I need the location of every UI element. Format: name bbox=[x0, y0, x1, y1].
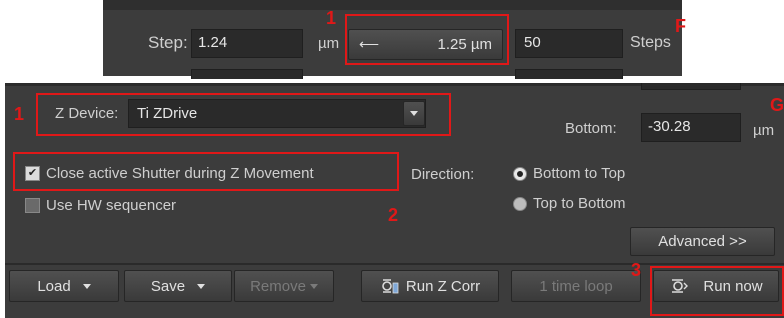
bottom-unit: µm bbox=[753, 122, 775, 139]
annotation-marker-1-z-device: 1 bbox=[14, 104, 25, 124]
chevron-down-icon bbox=[82, 283, 91, 289]
save-button[interactable]: Save bbox=[124, 270, 232, 302]
step-input[interactable]: 1.24 bbox=[191, 29, 303, 58]
remove-button[interactable]: Remove bbox=[234, 270, 334, 302]
run-z-corr-label: Run Z Corr bbox=[405, 277, 481, 295]
load-button[interactable]: Load bbox=[9, 270, 119, 302]
toolbar-separator bbox=[5, 263, 784, 265]
hw-sequencer-checkbox-row[interactable]: Use HW sequencer bbox=[25, 197, 176, 214]
bottom-input[interactable]: -30.28 bbox=[641, 113, 741, 142]
radio-selected-icon[interactable] bbox=[513, 166, 527, 181]
run-z-corr-button[interactable]: Run Z Corr bbox=[361, 270, 499, 302]
direction-option-label: Top to Bottom bbox=[533, 195, 626, 212]
time-loop-button[interactable]: 1 time loop bbox=[511, 270, 641, 302]
bottom-value: -30.28 bbox=[648, 118, 691, 135]
steps-count-value: 50 bbox=[524, 34, 541, 51]
step-strip-topline bbox=[103, 0, 682, 10]
step-input-value: 1.24 bbox=[198, 34, 228, 51]
annotation-marker-1: 1 bbox=[326, 8, 337, 28]
advanced-label: Advanced >> bbox=[658, 233, 747, 250]
bottom-label: Bottom: bbox=[565, 120, 617, 137]
hw-sequencer-checkbox[interactable] bbox=[25, 198, 40, 213]
annotation-marker-f: F bbox=[675, 16, 686, 36]
partial-field-lower-2 bbox=[515, 69, 623, 79]
chevron-down-icon bbox=[197, 283, 206, 289]
load-label: Load bbox=[37, 277, 71, 295]
direction-label: Direction: bbox=[411, 166, 475, 183]
steps-label: Steps bbox=[630, 34, 671, 51]
direction-option-top-to-bottom[interactable]: Top to Bottom bbox=[513, 195, 626, 212]
annotation-marker-2: 2 bbox=[388, 205, 399, 225]
hw-sequencer-label: Use HW sequencer bbox=[46, 197, 177, 214]
direction-option-bottom-to-top[interactable]: Bottom to Top bbox=[513, 165, 625, 182]
step-unit: µm bbox=[318, 35, 340, 52]
remove-label: Remove bbox=[250, 277, 306, 295]
partial-field-top-right bbox=[641, 83, 741, 90]
partial-field-lower-1 bbox=[191, 69, 303, 79]
step-label: Step: bbox=[148, 33, 188, 52]
highlight-box-close-shutter bbox=[13, 152, 399, 191]
annotation-marker-3: 3 bbox=[631, 260, 642, 280]
radio-unselected-icon[interactable] bbox=[513, 196, 527, 211]
direction-option-label: Bottom to Top bbox=[533, 165, 626, 182]
save-label: Save bbox=[150, 277, 186, 295]
run-z-corr-icon bbox=[382, 279, 399, 294]
steps-count-input[interactable]: 50 bbox=[515, 29, 623, 58]
annotation-marker-g: G bbox=[770, 95, 784, 115]
time-loop-label: 1 time loop bbox=[539, 277, 613, 295]
highlight-box-z-device bbox=[36, 93, 451, 136]
highlight-box-run-now bbox=[650, 266, 784, 316]
highlight-box-step bbox=[345, 14, 509, 65]
advanced-button[interactable]: Advanced >> bbox=[630, 227, 775, 256]
chevron-down-icon bbox=[309, 283, 318, 289]
